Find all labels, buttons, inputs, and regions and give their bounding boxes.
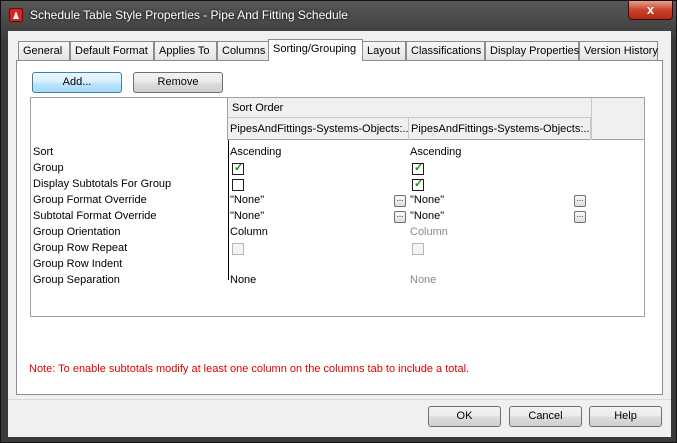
dialog-client: General Default Format Applies To Column… — [8, 31, 671, 437]
sort-value-col2[interactable]: Ascending — [410, 146, 461, 158]
tab-label: Version History — [584, 45, 658, 57]
subtotal-format-override-col2[interactable]: "None" — [410, 210, 444, 222]
column-header-1[interactable]: PipesAndFittings-Systems-Objects:... — [228, 118, 409, 140]
remove-button[interactable]: Remove — [133, 72, 223, 93]
row-label-display-subtotals: Display Subtotals For Group — [33, 178, 172, 190]
subtotal-format-override-browse-button-col1[interactable]: ... — [394, 211, 406, 223]
display-subtotals-checkbox-col1[interactable] — [232, 179, 244, 191]
tab-label: Display Properties — [490, 45, 580, 57]
column-header-2[interactable]: PipesAndFittings-Systems-Objects:... — [409, 118, 591, 140]
subtotal-format-override-col1[interactable]: "None" — [230, 210, 264, 222]
add-button-label: Add... — [62, 76, 92, 88]
ok-button[interactable]: OK — [428, 406, 501, 427]
row-label-group-row-repeat: Group Row Repeat — [33, 242, 128, 254]
tab-layout[interactable]: Layout — [362, 41, 406, 61]
subtotals-note: Note: To enable subtotals modify at leas… — [29, 363, 470, 375]
tab-label: Layout — [367, 45, 401, 57]
close-icon: x — [646, 2, 655, 17]
app-icon[interactable] — [9, 8, 23, 22]
group-format-override-col1[interactable]: "None" — [230, 194, 264, 206]
tab-label: Columns — [222, 45, 266, 57]
dialog-window: Schedule Table Style Properties - Pipe A… — [0, 0, 677, 443]
cancel-button[interactable]: Cancel — [509, 406, 582, 427]
row-label-group-orientation: Group Orientation — [33, 226, 121, 238]
row-label-group: Group — [33, 162, 64, 174]
tab-strip: General Default Format Applies To Column… — [16, 39, 666, 61]
tab-sorting-grouping[interactable]: Sorting/Grouping — [268, 39, 363, 61]
tab-default-format[interactable]: Default Format — [70, 41, 154, 61]
close-button[interactable]: x — [628, 1, 673, 20]
footer-divider — [8, 399, 671, 400]
column-divider — [228, 140, 229, 280]
help-button[interactable]: Help — [589, 406, 662, 427]
group-row-repeat-checkbox-col1 — [232, 243, 244, 255]
row-label-group-format-override: Group Format Override — [33, 194, 147, 206]
group-orientation-col2: Column — [410, 226, 448, 238]
sort-order-grid[interactable]: Sort Order PipesAndFittings-Systems-Obje… — [30, 97, 645, 317]
group-format-override-browse-button-col2[interactable]: ... — [574, 195, 586, 207]
add-button[interactable]: Add... — [32, 72, 122, 93]
tab-display-properties[interactable]: Display Properties — [485, 41, 579, 61]
group-format-override-browse-button-col1[interactable]: ... — [394, 195, 406, 207]
sort-value-col1[interactable]: Ascending — [230, 146, 281, 158]
group-format-override-col2[interactable]: "None" — [410, 194, 444, 206]
tab-label: Sorting/Grouping — [273, 43, 357, 55]
grid-header: Sort Order PipesAndFittings-Systems-Obje… — [31, 98, 644, 140]
window-title: Schedule Table Style Properties - Pipe A… — [30, 8, 348, 22]
group-checkbox-col1[interactable] — [232, 161, 244, 175]
tab-label: Applies To — [159, 45, 210, 57]
group-separation-col2: None — [410, 274, 437, 286]
display-subtotals-checkbox-col2[interactable] — [412, 177, 424, 191]
group-separation-col1[interactable]: None — [230, 274, 256, 286]
tab-label: General — [23, 45, 63, 57]
row-label-sort: Sort — [33, 146, 54, 158]
grid-header-filler — [591, 98, 644, 140]
tab-applies-to[interactable]: Applies To — [154, 41, 217, 61]
ok-button-label: OK — [456, 410, 473, 422]
row-label-group-separation: Group Separation — [33, 274, 120, 286]
tab-classifications[interactable]: Classifications — [406, 41, 485, 61]
grid-header-corner — [31, 98, 228, 140]
sort-order-header: Sort Order — [228, 98, 591, 118]
remove-button-label: Remove — [157, 76, 199, 88]
row-label-subtotal-format-override: Subtotal Format Override — [33, 210, 157, 222]
tab-columns[interactable]: Columns — [217, 41, 269, 61]
row-label-group-row-indent: Group Row Indent — [33, 258, 123, 270]
tab-general[interactable]: General — [18, 41, 70, 61]
tab-label: Default Format — [75, 45, 148, 57]
group-row-repeat-checkbox-col2 — [412, 243, 424, 255]
tab-version-history[interactable]: Version History — [579, 41, 658, 61]
help-button-label: Help — [614, 410, 637, 422]
subtotal-format-override-browse-button-col2[interactable]: ... — [574, 211, 586, 223]
title-bar[interactable]: Schedule Table Style Properties - Pipe A… — [1, 1, 677, 31]
group-checkbox-col2[interactable] — [412, 161, 424, 175]
sorting-grouping-panel: Add... Remove Sort Order PipesAndFitting… — [16, 60, 663, 395]
cancel-button-label: Cancel — [528, 410, 563, 422]
tab-label: Classifications — [411, 45, 482, 57]
group-orientation-col1[interactable]: Column — [230, 226, 268, 238]
